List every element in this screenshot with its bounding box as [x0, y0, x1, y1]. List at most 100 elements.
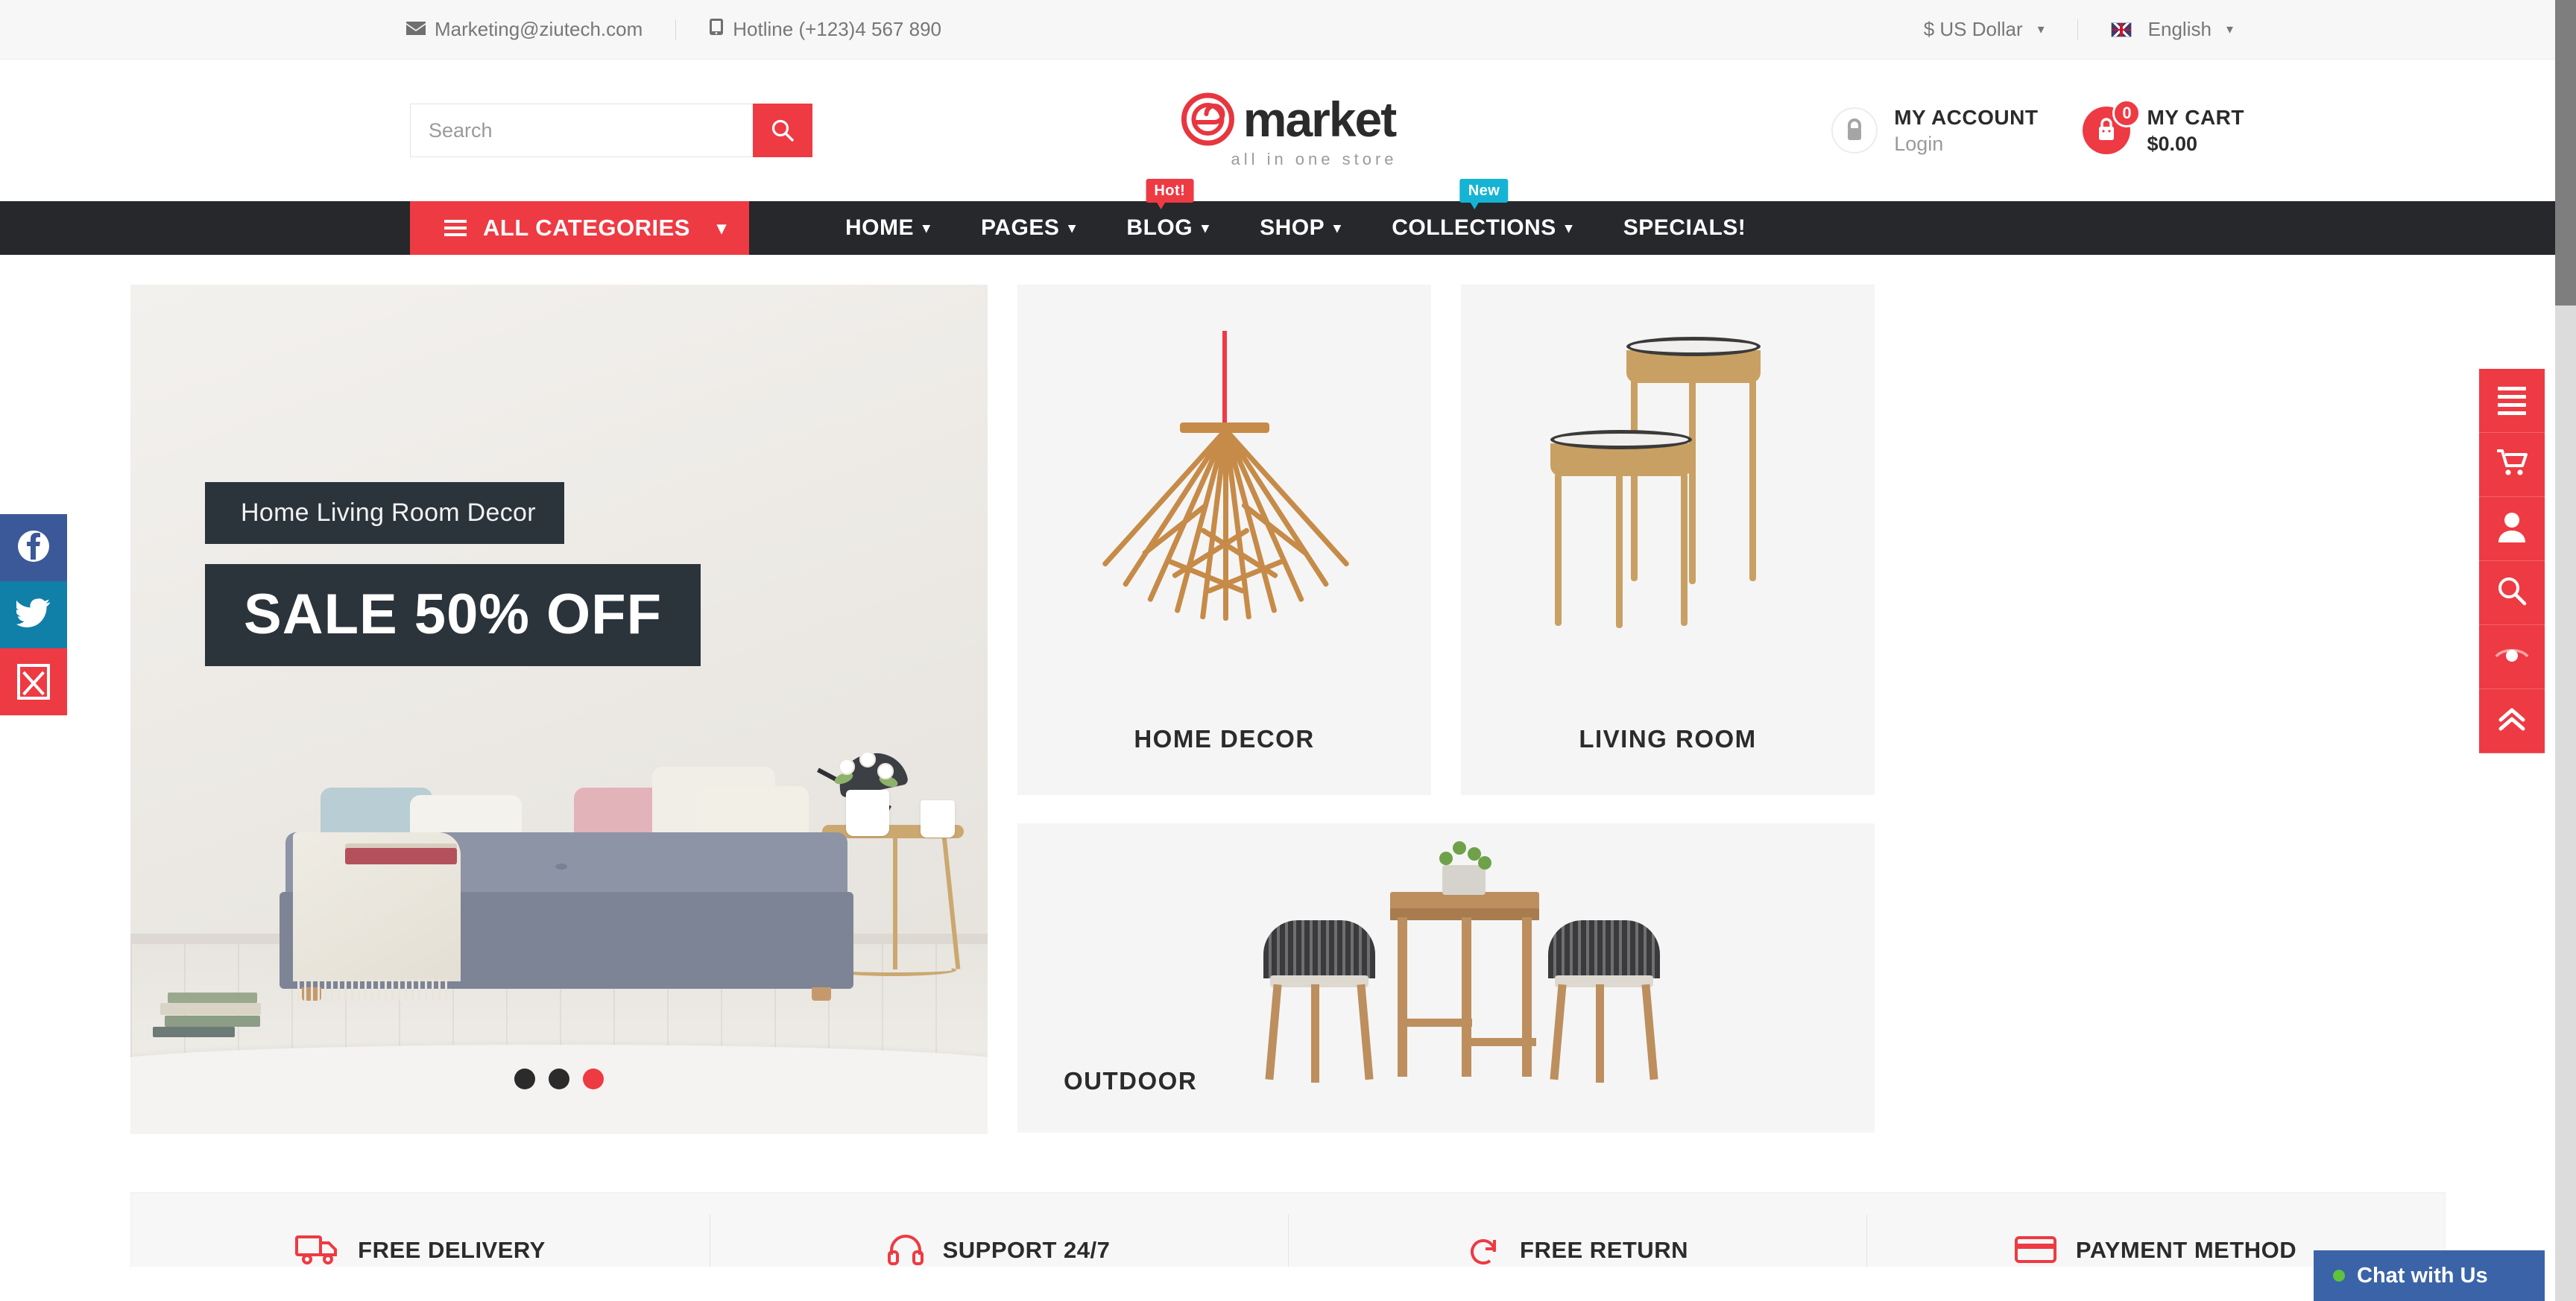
category-card-home-decor[interactable]: HOME DECOR — [1017, 285, 1431, 795]
chevron-down-icon-collections: ▾ — [1565, 220, 1573, 236]
chevron-down-icon-pages: ▾ — [1068, 220, 1076, 236]
hamburger-icon — [444, 220, 467, 236]
floating-action-rail — [2479, 369, 2545, 753]
main-navigation: ALL CATEGORIES ▾ HOME ▾ PAGES ▾ Hot! BLO… — [0, 179, 2576, 255]
eye-icon — [2495, 645, 2529, 669]
truck-icon — [295, 1232, 338, 1269]
broken-image-icon — [17, 664, 50, 700]
envelope-icon — [406, 18, 426, 41]
rail-search-button[interactable] — [2479, 561, 2545, 625]
hero-caption: Home Living Room Decor — [205, 482, 564, 544]
search-bar — [410, 104, 812, 157]
nav-item-shop-label: SHOP — [1260, 215, 1325, 240]
nav-item-specials-label: SPECIALS! — [1623, 215, 1746, 240]
online-status-dot — [2333, 1270, 2345, 1282]
chevron-down-icon-blog: ▾ — [1202, 220, 1210, 236]
lock-icon — [1831, 107, 1878, 153]
nav-badge-hot: Hot! — [1146, 179, 1194, 209]
site-header: market all in one store MY ACCOUNT Login… — [0, 60, 2576, 201]
contact-hotline-text: Hotline (+123)4 567 890 — [733, 18, 941, 40]
pendant-lamp-image — [1101, 331, 1350, 651]
cart-count-badge: 0 — [2112, 99, 2141, 127]
chevron-down-icon-2: ▾ — [2226, 22, 2233, 37]
carousel-dot-1[interactable] — [514, 1069, 535, 1089]
nav-badge-new-label: New — [1468, 183, 1500, 199]
top-utility-bar: Marketing@ziutech.com Hotline (+123)4 56… — [0, 0, 2576, 60]
nav-item-collections[interactable]: New COLLECTIONS ▾ — [1366, 179, 1598, 255]
feature-support: SUPPORT 24/7 — [710, 1192, 1288, 1267]
category-card-living-room[interactable]: LIVING ROOM — [1461, 285, 1875, 795]
category-cards: HOME DECOR LIVING ROOM OUTDOOR — [1017, 285, 2446, 1134]
my-account-button[interactable]: MY ACCOUNT Login — [1831, 106, 2038, 156]
nav-item-home[interactable]: HOME ▾ — [820, 201, 956, 255]
chevron-down-icon: ▾ — [2037, 22, 2045, 37]
nav-item-shop[interactable]: SHOP ▾ — [1234, 201, 1366, 255]
twitter-share-button[interactable] — [0, 581, 67, 648]
bar-stool-right-image — [1548, 920, 1660, 1083]
rail-account-button[interactable] — [2479, 497, 2545, 561]
contact-email[interactable]: Marketing@ziutech.com — [406, 18, 643, 41]
search-icon — [2496, 575, 2528, 610]
carousel-dot-3[interactable] — [583, 1069, 604, 1089]
nav-item-collections-label: COLLECTIONS — [1392, 215, 1556, 240]
login-link[interactable]: Login — [1894, 133, 2038, 156]
carousel-dots — [514, 1069, 604, 1089]
chevron-down-icon-allcat: ▾ — [716, 218, 727, 238]
cart-icon-wrapper: 0 — [2083, 99, 2141, 154]
nav-links: HOME ▾ PAGES ▾ Hot! BLOG ▾ SHOP ▾ New CO… — [820, 179, 1772, 255]
rail-scroll-top-button[interactable] — [2479, 689, 2545, 753]
my-cart-label: MY CART — [2147, 105, 2244, 129]
my-cart-button[interactable]: 0 MY CART $0.00 — [2083, 99, 2244, 156]
floor-books-decor — [153, 966, 287, 1037]
search-input[interactable] — [410, 104, 753, 157]
facebook-share-button[interactable] — [0, 514, 67, 581]
scrollbar-thumb[interactable] — [2555, 0, 2576, 306]
twitter-icon — [15, 598, 51, 632]
feature-free-delivery: FREE DELIVERY — [131, 1192, 710, 1267]
chat-widget[interactable]: Chat with Us — [2314, 1250, 2545, 1301]
headphone-icon — [887, 1232, 924, 1269]
rail-cart-button[interactable] — [2479, 433, 2545, 497]
contact-email-text: Marketing@ziutech.com — [435, 18, 643, 40]
hero-slider[interactable]: Home Living Room Decor SALE 50% OFF — [130, 285, 988, 1134]
feature-label-free-delivery: FREE DELIVERY — [358, 1237, 546, 1263]
nav-item-blog[interactable]: Hot! BLOG ▾ — [1101, 179, 1234, 255]
bar-table-image — [1390, 892, 1539, 1077]
book-decor — [345, 848, 457, 864]
my-account-label: MY ACCOUNT — [1894, 105, 2039, 129]
page-scrollbar[interactable] — [2555, 0, 2576, 1301]
contact-hotline[interactable]: Hotline (+123)4 567 890 — [709, 18, 941, 41]
chat-widget-label: Chat with Us — [2357, 1263, 2488, 1288]
flowers-decor — [831, 751, 900, 797]
rail-recently-viewed-button[interactable] — [2479, 625, 2545, 689]
social-share-rail — [0, 514, 67, 715]
nav-item-blog-label: BLOG — [1126, 215, 1193, 240]
topbar-prefs-group: $ US Dollar ▾ English ▾ — [1924, 18, 2233, 41]
category-label-home-decor: HOME DECOR — [1134, 725, 1315, 753]
category-card-outdoor[interactable]: OUTDOOR — [1017, 823, 1875, 1133]
bar-stool-left-image — [1263, 920, 1375, 1083]
topbar-divider-2 — [2077, 19, 2078, 40]
broken-share-button[interactable] — [0, 648, 67, 715]
hero-rug — [130, 1045, 988, 1134]
site-logo[interactable]: market all in one store — [1178, 92, 1397, 169]
nav-item-specials[interactable]: SPECIALS! — [1598, 201, 1772, 255]
currency-selector[interactable]: $ US Dollar ▾ — [1924, 18, 2045, 41]
rail-menu-button[interactable] — [2479, 369, 2545, 433]
nav-item-pages[interactable]: PAGES ▾ — [956, 201, 1101, 255]
nav-item-home-label: HOME — [845, 215, 914, 240]
topbar-divider — [675, 19, 677, 40]
nav-badge-hot-label: Hot! — [1154, 183, 1186, 199]
language-selector[interactable]: English ▾ — [2110, 18, 2233, 41]
language-label: English — [2147, 18, 2212, 40]
mug-decor — [921, 800, 955, 838]
plant-leaves-decor — [1436, 840, 1493, 870]
carousel-dot-2[interactable] — [549, 1069, 569, 1089]
search-button[interactable] — [753, 104, 812, 157]
credit-card-icon — [2014, 1233, 2056, 1268]
category-label-outdoor: OUTDOOR — [1064, 1067, 1198, 1095]
currency-label: $ US Dollar — [1923, 18, 2023, 40]
facebook-icon — [16, 529, 51, 567]
feature-highlights-bar: FREE DELIVERY SUPPORT 24/7 FREE RETURN P… — [130, 1192, 2446, 1267]
all-categories-button[interactable]: ALL CATEGORIES ▾ — [410, 201, 749, 255]
